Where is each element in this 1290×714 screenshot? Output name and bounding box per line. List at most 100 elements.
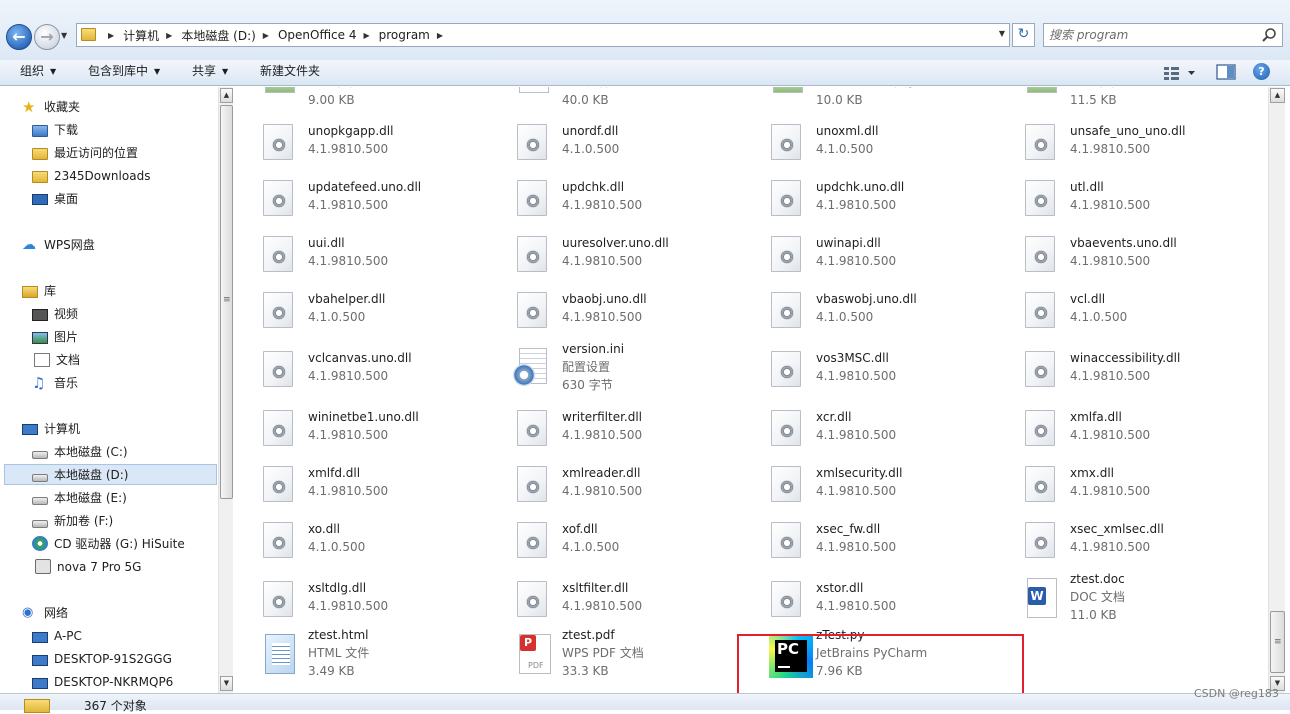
- file-item[interactable]: uuresolver.uno.dll 4.1.9810.500: [487, 226, 727, 282]
- nav-favorites[interactable]: ★ 收藏夹: [22, 96, 80, 117]
- nav-item-phone[interactable]: nova 7 Pro 5G: [32, 556, 141, 577]
- chevron-right-icon[interactable]: ▶: [263, 31, 269, 40]
- file-list-scrollbar[interactable]: ▲ ≡ ▼: [1268, 87, 1285, 693]
- nav-item-drive-e[interactable]: 本地磁盘 (E:): [32, 487, 127, 508]
- new-folder-button[interactable]: 新建文件夹: [254, 60, 326, 86]
- nav-item-documents[interactable]: 文档: [32, 349, 80, 370]
- file-item[interactable]: vbaobj.uno.dll 4.1.9810.500: [487, 282, 727, 338]
- breadcrumb-openoffice[interactable]: OpenOffice 4: [278, 28, 357, 42]
- breadcrumb-program[interactable]: program: [379, 28, 430, 42]
- file-item[interactable]: xsec_xmlsec.dll 4.1.9810.500: [995, 512, 1235, 568]
- nav-network[interactable]: ◉ 网络: [22, 602, 68, 623]
- file-item[interactable]: xo.dll 4.1.0.500: [233, 512, 473, 568]
- nav-libraries[interactable]: 库: [22, 280, 56, 301]
- file-name: vbaswobj.uno.dll: [816, 292, 917, 306]
- nav-scrollbar[interactable]: ▲ ≡ ▼: [218, 87, 233, 693]
- nav-item-desktop-nkrmqp6[interactable]: DESKTOP-NKRMQP6: [32, 671, 173, 692]
- nav-item-pictures[interactable]: 图片: [32, 326, 78, 347]
- scroll-down-button[interactable]: ▼: [220, 676, 233, 691]
- file-item[interactable]: updchk.uno.dll 4.1.9810.500: [741, 170, 981, 226]
- file-item[interactable]: xmlfa.dll 4.1.9810.500: [995, 400, 1235, 456]
- nav-item-drive-d[interactable]: 本地磁盘 (D:): [4, 464, 217, 485]
- file-meta: 4.1.9810.500: [816, 484, 897, 498]
- scroll-thumb[interactable]: ≡: [220, 105, 233, 499]
- file-item[interactable]: xmlsecurity.dll 4.1.9810.500: [741, 456, 981, 512]
- file-item[interactable]: unordf.dll 4.1.0.500: [487, 114, 727, 170]
- nav-item-desktop[interactable]: 桌面: [32, 188, 78, 209]
- file-item[interactable]: unoxml.dll 4.1.0.500: [741, 114, 981, 170]
- file-item[interactable]: xcr.dll 4.1.9810.500: [741, 400, 981, 456]
- file-item[interactable]: xmlfd.dll 4.1.9810.500: [233, 456, 473, 512]
- file-item[interactable]: wininetbe1.uno.dll 4.1.9810.500: [233, 400, 473, 456]
- file-item[interactable]: vbaswobj.uno.dll 4.1.0.500: [741, 282, 981, 338]
- file-item[interactable]: xsec_fw.dll 4.1.9810.500: [741, 512, 981, 568]
- breadcrumb-computer[interactable]: 计算机: [123, 27, 159, 44]
- nav-label: 桌面: [54, 192, 79, 206]
- nav-item-desktop-91s2ggg[interactable]: DESKTOP-91S2GGG: [32, 648, 172, 669]
- file-item[interactable]: version.ini 配置设置 630 字节: [487, 332, 727, 392]
- nav-label: A-PC: [54, 628, 82, 643]
- chevron-right-icon[interactable]: ▶: [437, 31, 443, 40]
- file-name: wininetbe1.uno.dll: [308, 410, 419, 424]
- file-name: uwinapi.dll: [816, 236, 881, 250]
- nav-wps-cloud[interactable]: ☁ WPS网盘: [22, 234, 95, 255]
- file-item[interactable]: updatefeed.uno.dll 4.1.9810.500: [233, 170, 473, 226]
- file-item[interactable]: Wztest.doc DOC 文档 11.0 KB: [995, 562, 1235, 622]
- file-name: updatefeed.uno.dll: [308, 180, 422, 194]
- file-item[interactable]: xof.dll 4.1.0.500: [487, 512, 727, 568]
- file-item[interactable]: winaccessibility.dll 4.1.9810.500: [995, 341, 1235, 397]
- nav-item-drive-c[interactable]: 本地磁盘 (C:): [32, 441, 128, 462]
- file-item[interactable]: writerfilter.dll 4.1.9810.500: [487, 400, 727, 456]
- include-in-library-button[interactable]: 包含到库中 ▼: [82, 60, 166, 86]
- file-item[interactable]: unopkgapp.dll 4.1.9810.500: [233, 114, 473, 170]
- nav-item-downloads[interactable]: 下载: [32, 119, 78, 140]
- view-options-icon[interactable]: [1162, 64, 1198, 82]
- file-meta: 4.1.0.500: [816, 142, 874, 156]
- chevron-right-icon[interactable]: ▶: [166, 31, 172, 40]
- file-item[interactable]: unsafe_uno_uno.dll 4.1.9810.500: [995, 114, 1235, 170]
- file-item[interactable]: xmlreader.dll 4.1.9810.500: [487, 456, 727, 512]
- nav-item-recent-places[interactable]: 最近访问的位置: [32, 142, 138, 163]
- nav-item-drive-f[interactable]: 新加卷 (F:): [32, 510, 113, 531]
- organize-menu-button[interactable]: 组织 ▼: [14, 60, 62, 86]
- address-dropdown-button[interactable]: ▼: [999, 29, 1005, 38]
- search-box[interactable]: [1043, 23, 1283, 47]
- file-item[interactable]: vos3MSC.dll 4.1.9810.500: [741, 341, 981, 397]
- file-item[interactable]: vbaevents.uno.dll 4.1.9810.500: [995, 226, 1235, 282]
- address-bar[interactable]: ▶ 计算机 ▶ 本地磁盘 (D:) ▶ OpenOffice 4 ▶ progr…: [76, 23, 1010, 47]
- file-item[interactable]: utl.dll 4.1.9810.500: [995, 170, 1235, 226]
- nav-computer[interactable]: 计算机: [22, 418, 80, 439]
- scroll-thumb[interactable]: ≡: [1270, 611, 1285, 673]
- refresh-button[interactable]: ↻: [1012, 23, 1035, 47]
- file-item[interactable]: uui.dll 4.1.9810.500: [233, 226, 473, 282]
- file-item[interactable]: uwinapi.dll 4.1.9810.500: [741, 226, 981, 282]
- file-item[interactable]: ztest.html HTML 文件 3.49 KB: [233, 618, 473, 678]
- share-menu-button[interactable]: 共享 ▼: [186, 60, 234, 86]
- chevron-right-icon[interactable]: ▶: [363, 31, 369, 40]
- scroll-up-button[interactable]: ▲: [1270, 88, 1285, 103]
- status-bar: 367 个对象: [0, 693, 1290, 713]
- navigation-pane: ★ 收藏夹 下载 最近访问的位置 2345Downloads 桌面 ☁ WPS网盘 …: [0, 87, 218, 693]
- nav-item-2345downloads[interactable]: 2345Downloads: [32, 165, 150, 186]
- scroll-up-button[interactable]: ▲: [220, 88, 233, 103]
- file-item[interactable]: vbahelper.dll 4.1.0.500: [233, 282, 473, 338]
- nav-item-music[interactable]: ♫ 音乐: [32, 372, 78, 393]
- nav-item-cd-drive[interactable]: CD 驱动器 (G:) HiSuite: [32, 533, 185, 554]
- forward-button[interactable]: →: [34, 24, 60, 50]
- breadcrumb-drive-d[interactable]: 本地磁盘 (D:): [181, 27, 255, 44]
- nav-item-videos[interactable]: 视频: [32, 303, 78, 324]
- nav-item-a-pc[interactable]: A-PC: [32, 625, 82, 646]
- search-input[interactable]: [1049, 26, 1249, 44]
- file-item[interactable]: P PDF ztest.pdf WPS PDF 文档 33.3 KB: [487, 618, 727, 678]
- history-dropdown-button[interactable]: ▼: [61, 31, 67, 40]
- search-icon[interactable]: [1261, 27, 1277, 43]
- preview-pane-icon[interactable]: [1216, 63, 1236, 81]
- help-button[interactable]: ?: [1253, 63, 1270, 80]
- file-meta: 4.1.9810.500: [1070, 369, 1151, 383]
- file-item[interactable]: updchk.dll 4.1.9810.500: [487, 170, 727, 226]
- back-button[interactable]: ←: [6, 24, 32, 50]
- chevron-right-icon[interactable]: ▶: [108, 31, 114, 40]
- file-item[interactable]: vclcanvas.uno.dll 4.1.9810.500: [233, 341, 473, 397]
- file-item[interactable]: xmx.dll 4.1.9810.500: [995, 456, 1235, 512]
- file-item[interactable]: vcl.dll 4.1.0.500: [995, 282, 1235, 338]
